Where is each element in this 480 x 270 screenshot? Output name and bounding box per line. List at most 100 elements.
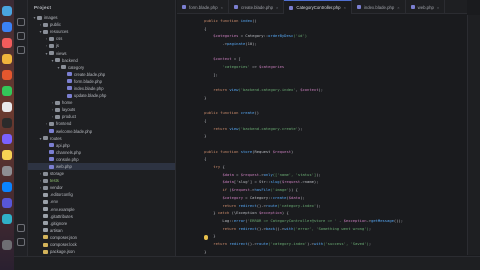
tree-item[interactable]: .env xyxy=(28,198,175,205)
tree-item[interactable]: .env.example xyxy=(28,206,175,213)
tree-item[interactable]: ▾ routes xyxy=(28,135,175,142)
tree-item[interactable]: create.blade.php xyxy=(28,71,175,78)
tree-item[interactable]: › layouts xyxy=(28,106,175,113)
tree-item[interactable]: artisan xyxy=(28,227,175,234)
tree-item[interactable]: ▾ backend xyxy=(28,57,175,64)
code-token: . xyxy=(336,217,344,223)
tree-item[interactable]: › vendor xyxy=(28,184,175,191)
tree-item-label: channels.php xyxy=(56,149,81,155)
code-area[interactable]: public function index() { $categories = … xyxy=(195,17,467,255)
code-line: return redirect()->back()->with('error',… xyxy=(195,225,467,233)
code-token: ('image' xyxy=(270,187,289,193)
settings-icon[interactable] xyxy=(2,166,12,176)
folder-icon xyxy=(43,136,48,141)
chat-icon[interactable] xyxy=(2,198,12,208)
close-icon[interactable]: × xyxy=(221,5,223,10)
mail-icon[interactable] xyxy=(2,22,12,32)
tree-item[interactable]: › js xyxy=(28,42,175,49)
tree-item[interactable]: › public xyxy=(28,21,175,28)
code-line: if ($request->hasFile('image')) { xyxy=(195,186,467,194)
file-icon xyxy=(49,150,54,155)
tree-item[interactable]: channels.php xyxy=(28,149,175,156)
close-icon[interactable]: × xyxy=(397,5,399,10)
code-editor[interactable]: public function index() { $categories = … xyxy=(177,15,467,255)
tree-item[interactable]: › css xyxy=(28,35,175,42)
project-icon[interactable] xyxy=(17,18,25,26)
lightbulb-icon[interactable] xyxy=(204,235,208,240)
code-token: ) { xyxy=(281,210,289,216)
code-token: ('category.index' xyxy=(268,240,308,246)
folder-icon xyxy=(43,185,48,190)
close-icon[interactable]: × xyxy=(276,5,278,10)
tree-item-label: create.blade.php xyxy=(74,71,106,77)
tree-item[interactable]: index.blade.php xyxy=(28,85,175,92)
notes-icon[interactable] xyxy=(2,150,12,160)
photos-icon[interactable] xyxy=(2,54,12,64)
problems-icon[interactable] xyxy=(17,238,25,246)
tree-item[interactable]: › tests xyxy=(28,177,175,184)
finder-icon[interactable] xyxy=(2,6,12,16)
music-icon[interactable] xyxy=(2,38,12,48)
tree-item[interactable]: package.json xyxy=(28,248,175,255)
tree-item[interactable]: api.php xyxy=(28,142,175,149)
tree-item[interactable]: › storage xyxy=(28,170,175,177)
ide-icon[interactable] xyxy=(2,134,12,144)
close-icon[interactable]: × xyxy=(344,5,346,10)
folder-icon xyxy=(49,43,54,48)
tree-item[interactable]: ▾ category xyxy=(28,64,175,71)
structure-icon[interactable] xyxy=(17,46,25,54)
code-token: ()-> xyxy=(256,202,266,208)
tree-item-label: tests xyxy=(50,178,59,184)
tree-item[interactable]: › product xyxy=(28,113,175,120)
tree-item[interactable]: console.php xyxy=(28,156,175,163)
editor-tab[interactable]: web.php × xyxy=(406,0,446,14)
tree-item[interactable]: web.php xyxy=(28,162,175,171)
close-icon[interactable]: × xyxy=(437,5,439,10)
browser-icon[interactable] xyxy=(2,70,12,80)
editor-tab[interactable]: form.blade.php × xyxy=(177,0,230,14)
tree-item-label: layouts xyxy=(62,107,76,113)
tree-item[interactable]: .gitignore xyxy=(28,220,175,227)
maps-icon[interactable] xyxy=(2,214,12,224)
scrollbar[interactable] xyxy=(467,15,480,255)
editor-tab[interactable]: create.blade.php × xyxy=(229,0,285,14)
code-token: ('backend.category.create' xyxy=(238,125,298,131)
code-token: error xyxy=(233,217,246,223)
tree-item[interactable]: update.blade.php xyxy=(28,92,175,99)
tree-item[interactable]: › frontend xyxy=(28,120,175,127)
tree-item-label: routes xyxy=(50,135,62,141)
tree-item[interactable]: welcome.blade.php xyxy=(28,128,175,135)
tree-item-label: index.blade.php xyxy=(74,85,104,91)
code-line: $data['slug'] = Str::slug($request->name… xyxy=(195,178,467,186)
terminal-panel-icon[interactable] xyxy=(17,224,25,232)
tree-item[interactable]: form.blade.php xyxy=(28,78,175,85)
code-line: { xyxy=(195,25,467,33)
tree-item[interactable]: ▾ views xyxy=(28,49,175,56)
code-token: (\Exception xyxy=(229,210,260,216)
commit-icon[interactable] xyxy=(17,32,25,40)
code-token: hasFile xyxy=(254,187,271,193)
trash-icon[interactable] xyxy=(2,240,12,250)
macos-dock xyxy=(0,0,14,270)
tree-item[interactable]: ▾ images xyxy=(28,14,175,21)
tree-item[interactable]: .editorconfig xyxy=(28,191,175,198)
code-token: public function xyxy=(204,110,241,116)
store-icon[interactable] xyxy=(2,182,12,192)
terminal-icon[interactable] xyxy=(2,118,12,128)
project-explorer: Project ▾ images › public ▾ resources › css › js ▾… xyxy=(28,0,176,270)
editor-tab[interactable]: index.blade.php × xyxy=(352,0,406,14)
tree-item[interactable]: .gitattributes xyxy=(28,213,175,220)
tree-item[interactable]: › home xyxy=(28,99,175,106)
tree-item[interactable]: ▾ resources xyxy=(28,28,175,35)
tree-item[interactable]: composer.lock xyxy=(28,241,175,248)
code-token: $categories xyxy=(213,33,239,39)
calendar-icon[interactable] xyxy=(2,102,12,112)
tree-item[interactable]: composer.json xyxy=(28,234,175,241)
code-token: ->name); xyxy=(300,179,319,185)
editor-tab[interactable]: CategoryController.php × xyxy=(284,0,352,14)
messages-icon[interactable] xyxy=(2,86,12,96)
